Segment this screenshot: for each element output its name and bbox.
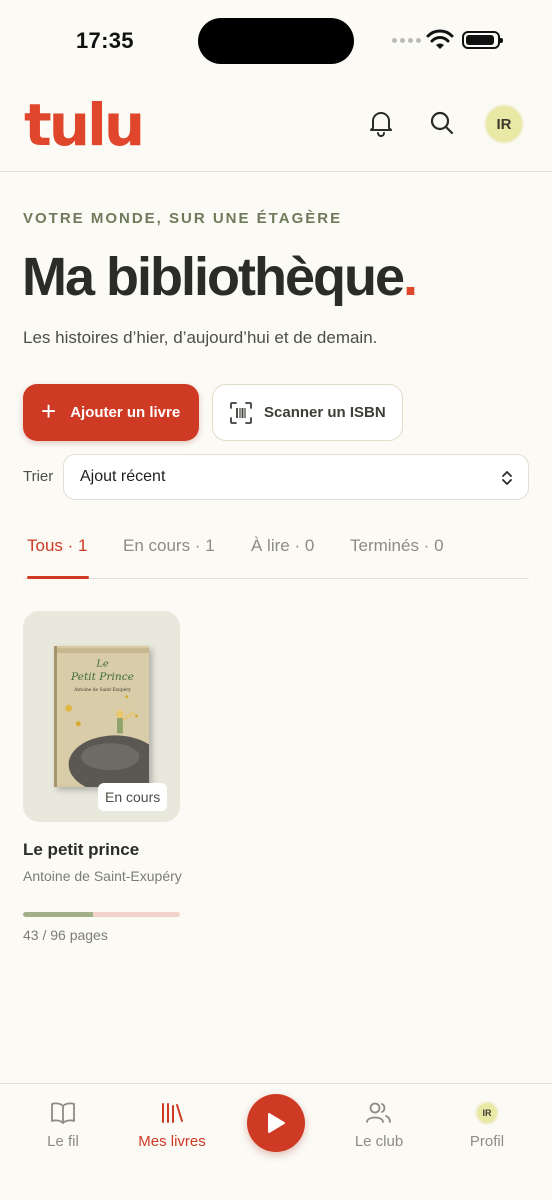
signal-icon <box>392 38 421 43</box>
nav-item-le-club[interactable]: Le club <box>324 1101 434 1150</box>
cover-line2: Petit Prince <box>70 670 134 683</box>
page-title-text: Ma bibliothèque <box>22 247 405 307</box>
page-title: Ma bibliothèque. <box>22 247 418 307</box>
cover-line3: Antoine de Saint-Exupéry <box>73 688 131 693</box>
reading-progress-bar <box>23 912 180 917</box>
nav-label-le-fil: Le fil <box>47 1133 79 1150</box>
wifi-icon <box>426 29 454 49</box>
book-open-icon <box>51 1102 75 1124</box>
status-badge: En cours <box>98 783 168 811</box>
filter-tabs: Tous · 1 En cours · 1 À lire · 0 Terminé… <box>23 524 529 579</box>
tab-all[interactable]: Tous · 1 <box>27 536 87 556</box>
status-bar: 17:35 <box>0 0 552 80</box>
nav-item-mes-livres[interactable]: Mes livres <box>117 1101 227 1150</box>
play-button[interactable] <box>247 1094 305 1152</box>
sort-label: Trier <box>23 468 54 485</box>
chevron-updown-icon <box>502 471 512 485</box>
active-tab-indicator <box>27 576 89 579</box>
scan-isbn-label: Scanner un ISBN <box>264 404 386 421</box>
users-icon <box>366 1102 391 1123</box>
page-subtitle: Les histoires d’hier, d’aujourd’hui et d… <box>23 328 378 347</box>
sort-select[interactable]: Ajout récent <box>63 454 529 500</box>
eyebrow-tagline: VOTRE MONDE, SUR UNE ÉTAGÈRE <box>23 210 343 227</box>
page-title-dot: . <box>403 247 418 307</box>
nav-item-le-fil[interactable]: Le fil <box>8 1101 118 1150</box>
tab-to-read[interactable]: À lire · 0 <box>251 536 314 556</box>
profile-avatar-icon: IR <box>475 1101 499 1125</box>
reading-progress-text: 43 / 96 pages <box>23 927 108 943</box>
dynamic-island <box>198 18 354 64</box>
tulu-logo[interactable]: tulu <box>24 96 145 154</box>
scan-isbn-button[interactable]: Scanner un ISBN <box>212 384 403 441</box>
user-avatar[interactable]: IR <box>484 104 524 144</box>
book-cover: Le Petit Prince Antoine de Saint-Exupéry <box>54 646 149 787</box>
book-author: Antoine de Saint-Exupéry <box>23 868 182 884</box>
status-time: 17:35 <box>76 28 134 53</box>
reading-progress-fill <box>23 912 94 917</box>
barcode-scan-icon <box>230 401 252 424</box>
add-book-button[interactable]: + Ajouter un livre <box>23 384 199 441</box>
library-icon <box>162 1103 183 1123</box>
plus-icon: + <box>41 396 57 426</box>
book-title[interactable]: Le petit prince <box>23 840 139 860</box>
notifications-bell-icon[interactable] <box>366 108 396 138</box>
app-header: tulu IR <box>0 86 552 172</box>
book-card[interactable]: Le Petit Prince Antoine de Saint-Exupéry… <box>23 611 180 822</box>
nav-item-profil[interactable]: IR Profil <box>432 1101 542 1150</box>
cover-line1: Le <box>95 659 108 670</box>
add-book-label: Ajouter un livre <box>70 404 181 421</box>
tab-in-progress[interactable]: En cours · 1 <box>123 536 215 556</box>
sort-selected-value: Ajout récent <box>80 468 166 485</box>
tab-finished[interactable]: Terminés · 0 <box>350 536 444 556</box>
nav-label-profil: Profil <box>469 1133 505 1150</box>
search-icon[interactable] <box>427 108 457 138</box>
play-icon <box>268 1113 285 1133</box>
nav-label-mes-livres: Mes livres <box>138 1133 206 1150</box>
bottom-nav: Le fil Mes livres Le club IR Profil <box>0 1083 552 1200</box>
battery-icon <box>462 31 503 49</box>
nav-label-le-club: Le club <box>354 1133 404 1150</box>
